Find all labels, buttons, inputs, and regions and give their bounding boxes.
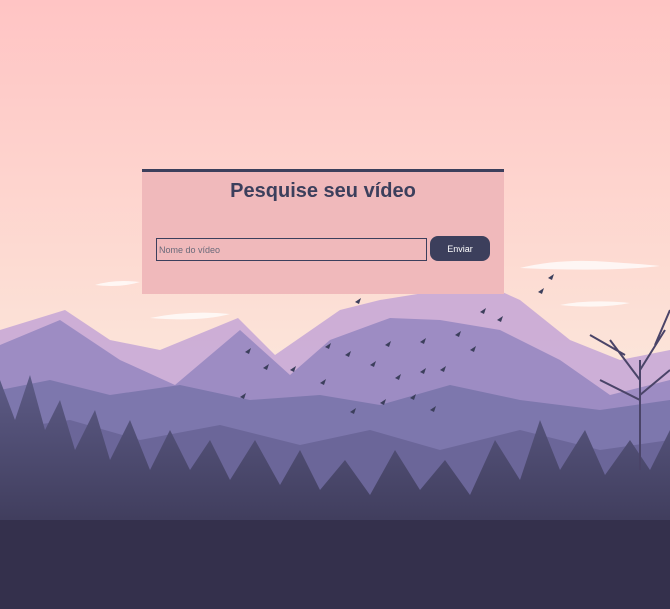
video-name-input[interactable] <box>156 238 427 261</box>
mountain-landscape-background <box>0 0 670 609</box>
submit-button[interactable]: Enviar <box>430 236 490 261</box>
page-title: Pesquise seu vídeo <box>230 180 416 202</box>
search-card: Pesquise seu vídeo Enviar <box>142 169 504 294</box>
